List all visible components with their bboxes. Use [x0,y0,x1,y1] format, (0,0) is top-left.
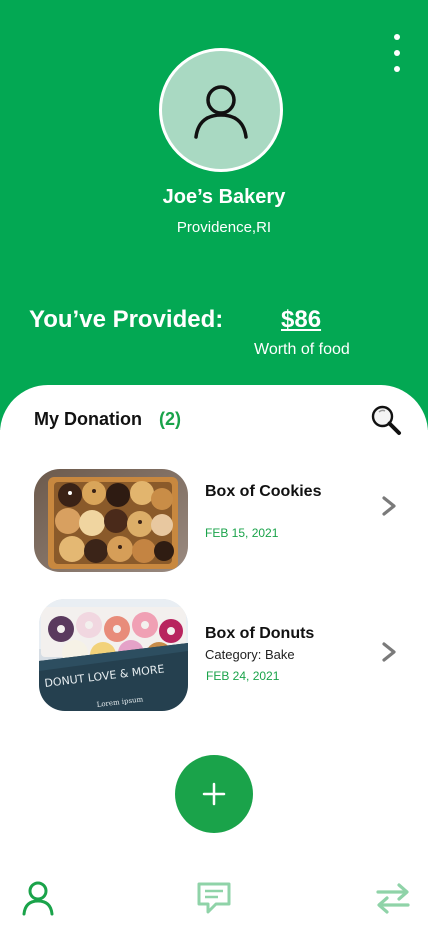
swap-icon [376,883,410,914]
chevron-right-icon [382,496,396,516]
provided-sublabel: Worth of food [254,341,350,358]
item-date: FEB 15, 2021 [205,526,279,540]
more-vertical-icon-dot [394,66,400,72]
chevron-right-icon [382,642,396,662]
donuts-photo: DONUT LOVE & MORE Lorem ipsum [39,599,188,711]
store-location: Providence,RI [176,219,272,236]
chat-icon [197,882,231,914]
store-name: Joe’s Bakery [162,186,286,208]
nav-messages[interactable] [194,878,234,918]
more-vertical-icon-dot [394,50,400,56]
item-title: Box of Donuts [205,625,315,642]
search-icon [371,405,401,435]
item-title: Box of Cookies [205,483,322,500]
provided-label: You’ve Provided: [29,306,224,333]
cookies-photo [34,469,188,572]
donation-count: (2) [159,409,181,429]
item-category: Category: Bake [205,647,295,662]
list-item[interactable]: DONUT LOVE & MORE Lorem ipsum Box of Don… [0,599,428,711]
provided-amount: $86 [281,306,322,333]
more-options-button[interactable] [382,30,412,76]
nav-profile[interactable] [18,878,58,918]
profile-header: Joe’s Bakery Providence,RI You’ve Provid… [0,0,428,430]
search-button[interactable] [370,404,402,436]
list-item[interactable]: Box of Cookies FEB 15, 2021 [0,469,428,581]
avatar[interactable] [159,48,283,172]
plus-icon [202,782,226,806]
add-donation-button[interactable] [175,755,253,833]
more-vertical-icon [394,34,400,40]
user-icon [194,85,248,139]
user-icon [22,881,54,916]
nav-transfers[interactable] [373,878,413,918]
item-date: FEB 24, 2021 [206,669,280,683]
section-title: My Donation [34,409,142,429]
